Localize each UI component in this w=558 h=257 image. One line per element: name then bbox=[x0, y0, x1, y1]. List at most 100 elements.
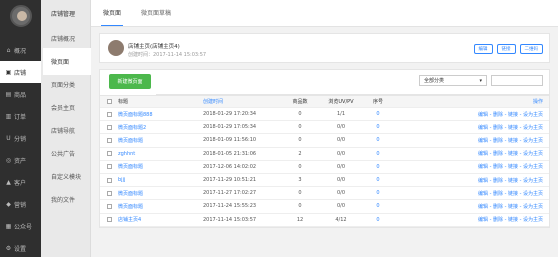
row-title-link[interactable]: 微页面标题 bbox=[118, 203, 203, 210]
subnav-item-store-nav[interactable]: 店铺导航 bbox=[41, 119, 90, 142]
sidebar-item-label: 客户 bbox=[14, 179, 27, 187]
row-title-link[interactable]: 店铺主页4 bbox=[118, 216, 203, 223]
category-filter-value: 全部分类 bbox=[424, 78, 445, 84]
assets-icon: ◎ bbox=[5, 156, 12, 164]
edit-button[interactable]: 编辑 bbox=[473, 44, 493, 54]
sidebar-item-official-account[interactable]: ▦ 公众号 bbox=[0, 215, 41, 237]
sidebar-item-label: 营销 bbox=[14, 201, 27, 209]
row-actions[interactable]: 编辑 - 删除 - 链接 - 设为主页 bbox=[393, 150, 549, 157]
row-goods-count: 12 bbox=[296, 216, 304, 223]
select-all-checkbox[interactable] bbox=[100, 99, 118, 104]
row-goods-count: 0 bbox=[298, 190, 302, 197]
row-checkbox[interactable] bbox=[100, 111, 118, 117]
row-goods-count: 0 bbox=[298, 163, 302, 170]
row-checkbox[interactable] bbox=[100, 137, 118, 143]
row-sequence[interactable]: 0 bbox=[363, 217, 393, 223]
row-sequence[interactable]: 0 bbox=[363, 177, 393, 183]
header-uv-pv: 浏览UV/PV bbox=[328, 99, 354, 105]
checkbox-box bbox=[106, 99, 112, 104]
row-checkbox[interactable] bbox=[100, 124, 118, 130]
app: ⌂ 概况 ▣ 店铺 ▤ 商品 ▥ 订单 U 分销 ◎ 资产 ▲ 客户 ◆ 营销 ▦ 公众号 ⚙ 设置… bbox=[0, 0, 558, 257]
row-sequence[interactable]: 0 bbox=[363, 151, 393, 157]
row-sequence[interactable]: 0 bbox=[363, 137, 393, 143]
sidebar-item-overview[interactable]: ⌂ 概况 bbox=[0, 39, 41, 61]
checkbox-box bbox=[106, 203, 112, 209]
row-title-link[interactable]: 微页面标题 bbox=[118, 190, 203, 197]
row-actions[interactable]: 编辑 - 删除 - 链接 - 设为主页 bbox=[393, 216, 549, 223]
store-logo bbox=[108, 40, 124, 56]
avatar[interactable] bbox=[9, 5, 32, 27]
row-actions[interactable]: 编辑 - 删除 - 链接 - 设为主页 bbox=[393, 111, 549, 118]
row-created-time: 2017-11-14 15:03:57 bbox=[203, 216, 257, 223]
link-button[interactable]: 链接 bbox=[496, 44, 516, 54]
header-sequence[interactable]: 序号 bbox=[363, 98, 393, 105]
row-goods-count: 2 bbox=[298, 150, 302, 157]
row-actions[interactable]: 编辑 - 删除 - 链接 - 设为主页 bbox=[393, 190, 549, 197]
row-actions[interactable]: 编辑 - 删除 - 链接 - 设为主页 bbox=[393, 124, 549, 131]
row-title-link[interactable]: 微页面标题 bbox=[118, 163, 203, 170]
sidebar-item-customers[interactable]: ▲ 客户 bbox=[0, 171, 41, 193]
header-actions: 操作 bbox=[532, 99, 543, 105]
row-sequence[interactable]: 0 bbox=[363, 124, 393, 130]
row-title-link[interactable]: 微页面标题888 bbox=[118, 111, 203, 118]
row-sequence[interactable]: 0 bbox=[363, 111, 393, 117]
home-icon: ⌂ bbox=[6, 46, 11, 54]
sidebar-item-label: 订单 bbox=[14, 113, 27, 121]
subnav-item-store-overview[interactable]: 店铺概况 bbox=[41, 27, 90, 50]
row-checkbox[interactable] bbox=[100, 177, 118, 183]
row-created-time: 2017-11-24 15:55:23 bbox=[203, 203, 257, 210]
customer-icon: ▲ bbox=[6, 178, 11, 186]
sidebar-item-orders[interactable]: ▥ 订单 bbox=[0, 105, 41, 127]
header-created-time[interactable]: 创建时间 bbox=[203, 98, 281, 105]
subnav-item-micro-page[interactable]: 微页面 bbox=[45, 50, 89, 73]
subnav-item-member-home[interactable]: 会员主页 bbox=[41, 96, 90, 119]
row-actions[interactable]: 编辑 - 删除 - 链接 - 设为主页 bbox=[393, 137, 549, 144]
row-sequence[interactable]: 0 bbox=[363, 164, 393, 170]
sidebar-item-label: 公众号 bbox=[14, 223, 33, 231]
sidebar-item-label: 店铺 bbox=[14, 69, 27, 77]
row-sequence[interactable]: 0 bbox=[363, 203, 393, 209]
subnav-item-public-ad[interactable]: 公共广告 bbox=[41, 142, 90, 165]
subnav-item-page-category[interactable]: 页面分类 bbox=[41, 73, 90, 96]
header-goods-count: 商品数 bbox=[292, 99, 308, 105]
row-sequence[interactable]: 0 bbox=[363, 190, 393, 196]
row-actions[interactable]: 编辑 - 删除 - 链接 - 设为主页 bbox=[393, 177, 549, 184]
subnav-item-my-files[interactable]: 我的文件 bbox=[41, 188, 90, 211]
row-checkbox[interactable] bbox=[100, 203, 118, 209]
row-title-link[interactable]: bjjj bbox=[118, 177, 203, 183]
checkbox-box bbox=[106, 124, 112, 130]
row-actions[interactable]: 编辑 - 删除 - 链接 - 设为主页 bbox=[393, 203, 549, 210]
subnav-item-custom-module[interactable]: 自定义模块 bbox=[41, 165, 90, 188]
row-goods-count: 0 bbox=[298, 203, 302, 210]
row-title-link[interactable]: 微页面标题2 bbox=[118, 124, 203, 131]
sidebar-item-settings[interactable]: ⚙ 设置 bbox=[0, 237, 41, 257]
official-account-icon: ▦ bbox=[5, 222, 12, 230]
table-body: 微页面标题888 2018-01-29 17:20:34 0 1/1 0 编辑 - 删除 … bbox=[100, 108, 549, 227]
micro-page-table: 标题 创建时间 商品数 浏览UV/PV 序号 操作 微页面标题888 2018-0… bbox=[99, 95, 550, 228]
sidebar-item-goods[interactable]: ▤ 商品 bbox=[0, 83, 41, 105]
row-created-time: 2017-11-27 17:02:27 bbox=[203, 190, 257, 197]
sidebar-item-label: 分销 bbox=[14, 135, 27, 143]
row-checkbox[interactable] bbox=[100, 164, 118, 170]
tab-micro-page[interactable]: 微页面 bbox=[101, 0, 124, 26]
row-title-link[interactable]: zghhnt bbox=[118, 151, 203, 157]
sidebar-item-marketing[interactable]: ◆ 营销 bbox=[0, 193, 41, 215]
row-title-link[interactable]: 微页面标题 bbox=[118, 137, 203, 144]
new-micro-page-button[interactable]: 新建微页面 bbox=[109, 74, 151, 89]
tab-micro-page-drafts[interactable]: 微页面草稿 bbox=[139, 0, 173, 26]
row-uv-pv: 4/12 bbox=[335, 216, 347, 223]
store-actions: 编辑 链接 二维码 bbox=[473, 44, 543, 54]
sidebar-item-store[interactable]: ▣ 店铺 bbox=[0, 61, 41, 83]
goods-icon: ▤ bbox=[5, 90, 12, 98]
row-uv-pv: 0/0 bbox=[336, 177, 346, 184]
row-checkbox[interactable] bbox=[100, 190, 118, 196]
row-created-time: 2017-12-06 14:02:02 bbox=[203, 163, 257, 170]
row-actions[interactable]: 编辑 - 删除 - 链接 - 设为主页 bbox=[393, 163, 549, 170]
search-input[interactable] bbox=[491, 75, 543, 86]
row-checkbox[interactable] bbox=[100, 217, 118, 223]
sidebar-item-assets[interactable]: ◎ 资产 bbox=[0, 149, 41, 171]
category-filter-select[interactable]: 全部分类 ▾ bbox=[419, 75, 487, 86]
sidebar-item-distribution[interactable]: U 分销 bbox=[0, 127, 41, 149]
qrcode-button[interactable]: 二维码 bbox=[519, 44, 543, 54]
row-checkbox[interactable] bbox=[100, 151, 118, 157]
